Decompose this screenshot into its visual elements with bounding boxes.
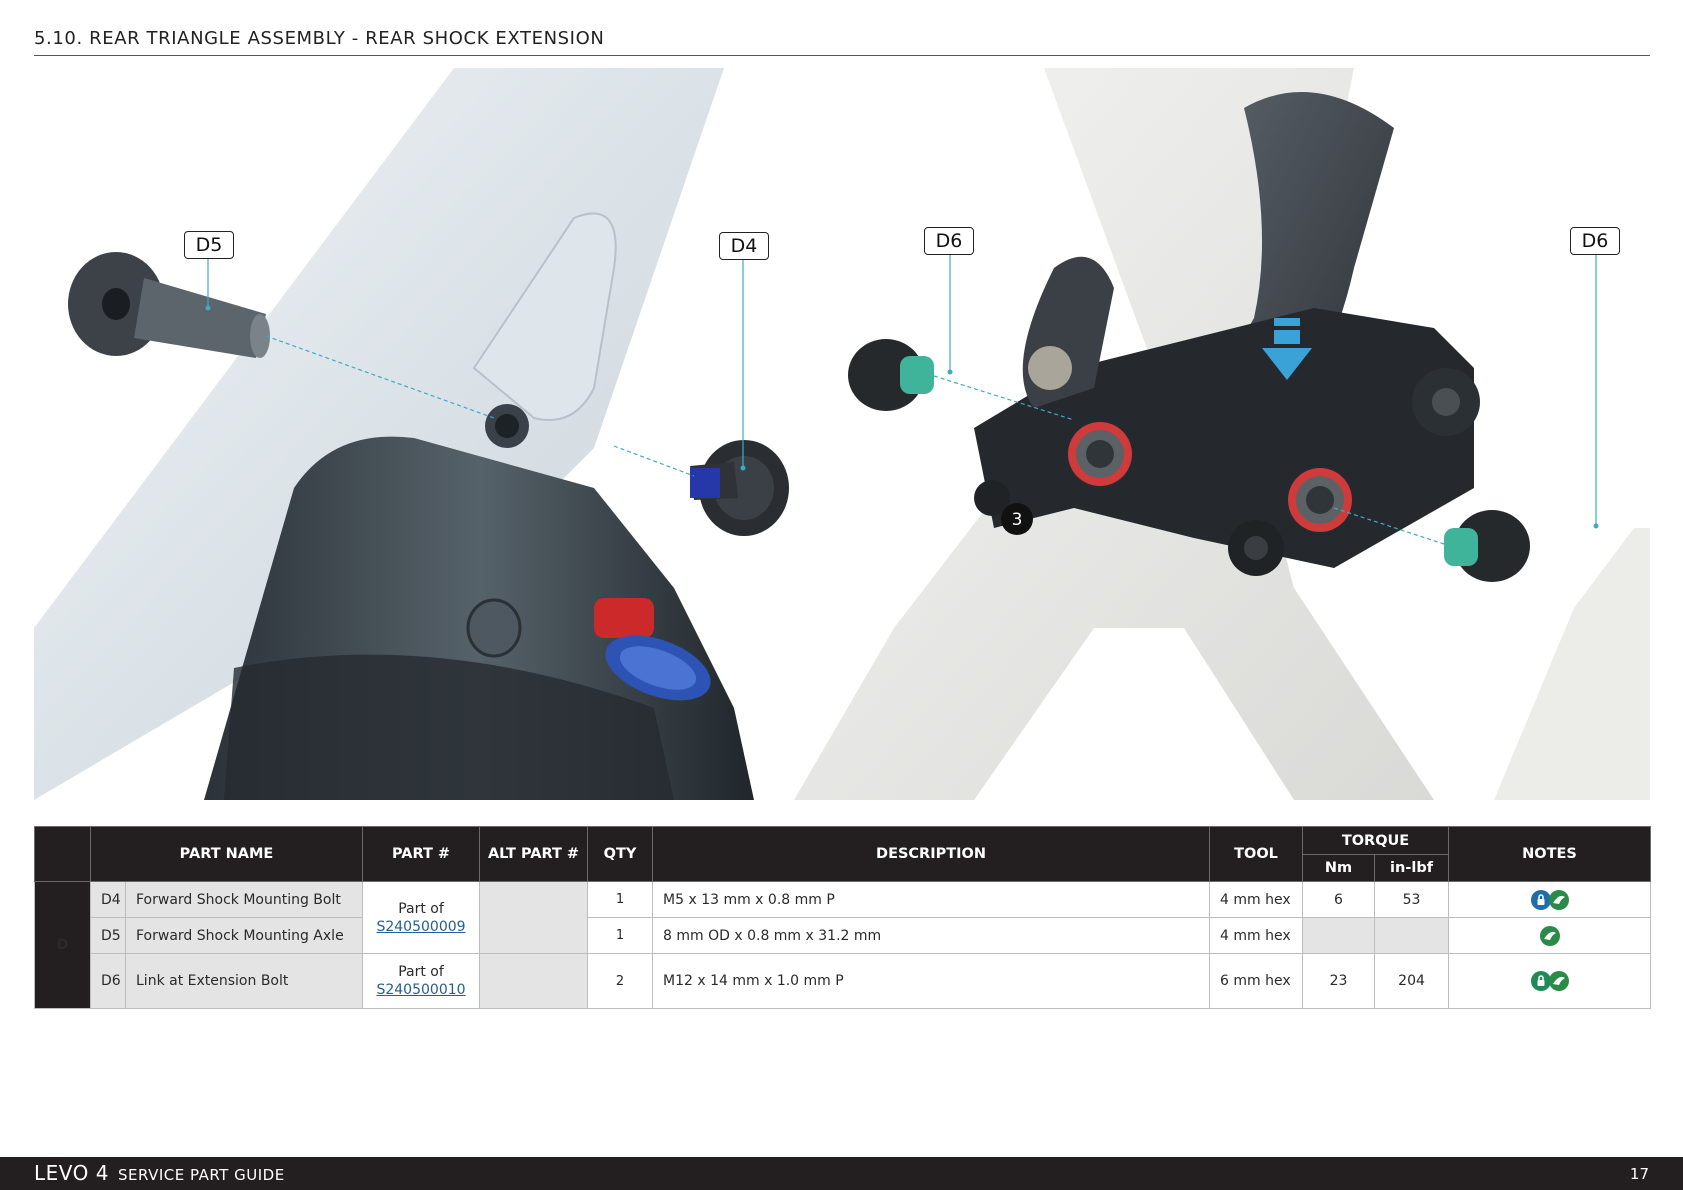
header-part-number: PART # — [362, 826, 481, 882]
description: M5 x 13 mm x 0.8 mm P — [652, 881, 1211, 918]
notes — [1448, 953, 1652, 1009]
parts-table: PART NAME PART # ALT PART # QTY DESCRIPT… — [34, 826, 1652, 1009]
part-name: Forward Shock Mounting Axle — [124, 917, 364, 954]
part-number-link[interactable]: S240500009 — [373, 918, 469, 936]
part-number-cell: Part of S240500010 — [362, 953, 481, 1009]
part-name: Link at Extension Bolt — [124, 953, 364, 1009]
part-number-cell: Part of S240500009 — [362, 881, 481, 954]
header-torque: TORQUE — [1302, 826, 1450, 855]
header-description: DESCRIPTION — [652, 826, 1211, 882]
threadlock-icon — [1530, 971, 1551, 991]
header-alt-part-number: ALT PART # — [479, 826, 589, 882]
header-part-name: PART NAME — [89, 826, 364, 882]
torque-inlbf — [1374, 917, 1450, 954]
part-of-label: Part of — [398, 964, 444, 980]
torque-nm: 6 — [1302, 881, 1376, 918]
table-row: D D4 Forward Shock Mounting Bolt Part of… — [34, 881, 1652, 1009]
torque-nm — [1302, 917, 1376, 954]
torque-inlbf: 53 — [1374, 881, 1450, 918]
header-group — [34, 826, 91, 882]
table-header-row: PART NAME PART # ALT PART # QTY DESCRIPT… — [34, 826, 1652, 882]
callout-d5: D5 — [184, 231, 234, 259]
part-id: D5 — [90, 917, 126, 954]
assembly-illustration: 3 D5 D4 D6 D6 — [34, 68, 1650, 800]
callout-d6-right: D6 — [1570, 227, 1620, 255]
footer-bar: LEVO 4 SERVICE PART GUIDE 17 — [0, 1157, 1683, 1190]
header-qty: QTY — [587, 826, 654, 882]
tool: 4 mm hex — [1209, 917, 1304, 954]
part-of-label: Part of — [398, 900, 444, 917]
bike-icon — [1539, 925, 1560, 946]
table-row: D6 Link at Extension Bolt Part of S24050… — [35, 953, 1652, 1009]
footer-brand: LEVO 4 — [34, 1161, 109, 1185]
footer-guide-title: SERVICE PART GUIDE — [118, 1166, 285, 1184]
page-title: 5.10. REAR TRIANGLE ASSEMBLY - REAR SHOC… — [34, 28, 605, 49]
alt-part-number — [479, 881, 589, 954]
group-label: D — [34, 881, 91, 1009]
notes — [1448, 881, 1652, 918]
header-tool: TOOL — [1209, 826, 1304, 882]
part-id: D6 — [90, 953, 126, 1009]
assembly-drawing: 3 — [34, 68, 1650, 800]
part-name: Forward Shock Mounting Bolt — [124, 881, 364, 918]
title-divider — [34, 55, 1650, 56]
part-id: D4 — [90, 881, 126, 918]
alt-part-number — [479, 953, 589, 1009]
qty: 1 — [587, 917, 654, 954]
header-torque-inlbf: in-lbf — [1374, 854, 1450, 882]
description: M12 x 14 mm x 1.0 mm P — [652, 953, 1211, 1009]
table-row: D5 Forward Shock Mounting Axle 1 8 mm OD… — [35, 917, 1652, 954]
callout-d4: D4 — [719, 232, 769, 260]
torque-inlbf: 204 — [1374, 953, 1450, 1009]
tool: 4 mm hex — [1209, 881, 1304, 918]
torque-nm: 23 — [1302, 953, 1376, 1009]
header-torque-nm: Nm — [1302, 854, 1376, 882]
step-marker-3: 3 — [1012, 510, 1023, 530]
threadlock-icon — [1530, 889, 1551, 910]
qty: 1 — [587, 881, 654, 918]
description: 8 mm OD x 0.8 mm x 31.2 mm — [652, 917, 1211, 954]
callout-d6-left: D6 — [924, 227, 974, 255]
header-notes: NOTES — [1448, 826, 1652, 882]
part-number-link[interactable]: S240500010 — [373, 981, 469, 999]
tool: 6 mm hex — [1209, 953, 1304, 1009]
page-number: 17 — [1629, 1165, 1649, 1183]
qty: 2 — [587, 953, 654, 1009]
notes — [1448, 917, 1652, 954]
bike-icon — [1548, 971, 1569, 991]
bike-icon — [1548, 889, 1569, 910]
